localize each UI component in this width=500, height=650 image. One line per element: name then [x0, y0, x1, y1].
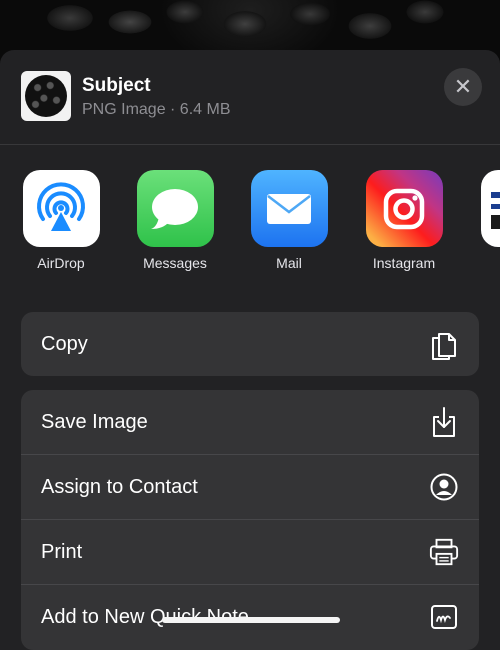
close-button[interactable]: ✕ — [444, 68, 482, 106]
share-sheet: Subject PNG Image · 6.4 MB ✕ AirDrop — [0, 50, 500, 650]
app-mail[interactable]: Mail — [244, 170, 334, 271]
app-label: Instagram — [359, 255, 449, 271]
save-image-row[interactable]: Save Image — [21, 390, 479, 454]
mail-icon — [251, 170, 328, 247]
quick-note-icon — [429, 602, 459, 632]
app-label: Messages — [130, 255, 220, 271]
app-airdrop[interactable]: AirDrop — [16, 170, 106, 271]
image-thumbnail — [21, 71, 71, 121]
print-label: Print — [41, 541, 429, 564]
app-messages[interactable]: Messages — [130, 170, 220, 271]
close-icon: ✕ — [454, 76, 472, 98]
share-header: Subject PNG Image · 6.4 MB ✕ — [0, 50, 500, 145]
assign-contact-label: Assign to Contact — [41, 476, 429, 499]
contact-icon — [429, 472, 459, 502]
home-indicator[interactable] — [162, 617, 340, 623]
partial-app-icon — [481, 170, 500, 247]
assign-contact-row[interactable]: Assign to Contact — [21, 454, 479, 519]
app-instagram[interactable]: Instagram — [359, 170, 449, 271]
app-partial[interactable] — [474, 170, 500, 247]
save-image-label: Save Image — [41, 411, 429, 434]
share-title: Subject — [82, 75, 151, 97]
copy-icon — [429, 329, 459, 359]
print-row[interactable]: Print — [21, 519, 479, 584]
app-row: AirDrop Messages Mail — [0, 170, 500, 280]
printer-icon — [429, 537, 459, 567]
app-label: Mail — [244, 255, 334, 271]
messages-icon — [137, 170, 214, 247]
secondary-actions: Save Image Assign to Contact Print — [21, 390, 479, 650]
save-icon — [429, 407, 459, 437]
app-label: AirDrop — [16, 255, 106, 271]
copy-row[interactable]: Copy — [21, 312, 479, 376]
airdrop-icon — [23, 170, 100, 247]
share-subtitle: PNG Image · 6.4 MB — [82, 101, 231, 119]
copy-label: Copy — [41, 333, 429, 356]
primary-actions: Copy — [21, 312, 479, 376]
instagram-icon — [366, 170, 443, 247]
